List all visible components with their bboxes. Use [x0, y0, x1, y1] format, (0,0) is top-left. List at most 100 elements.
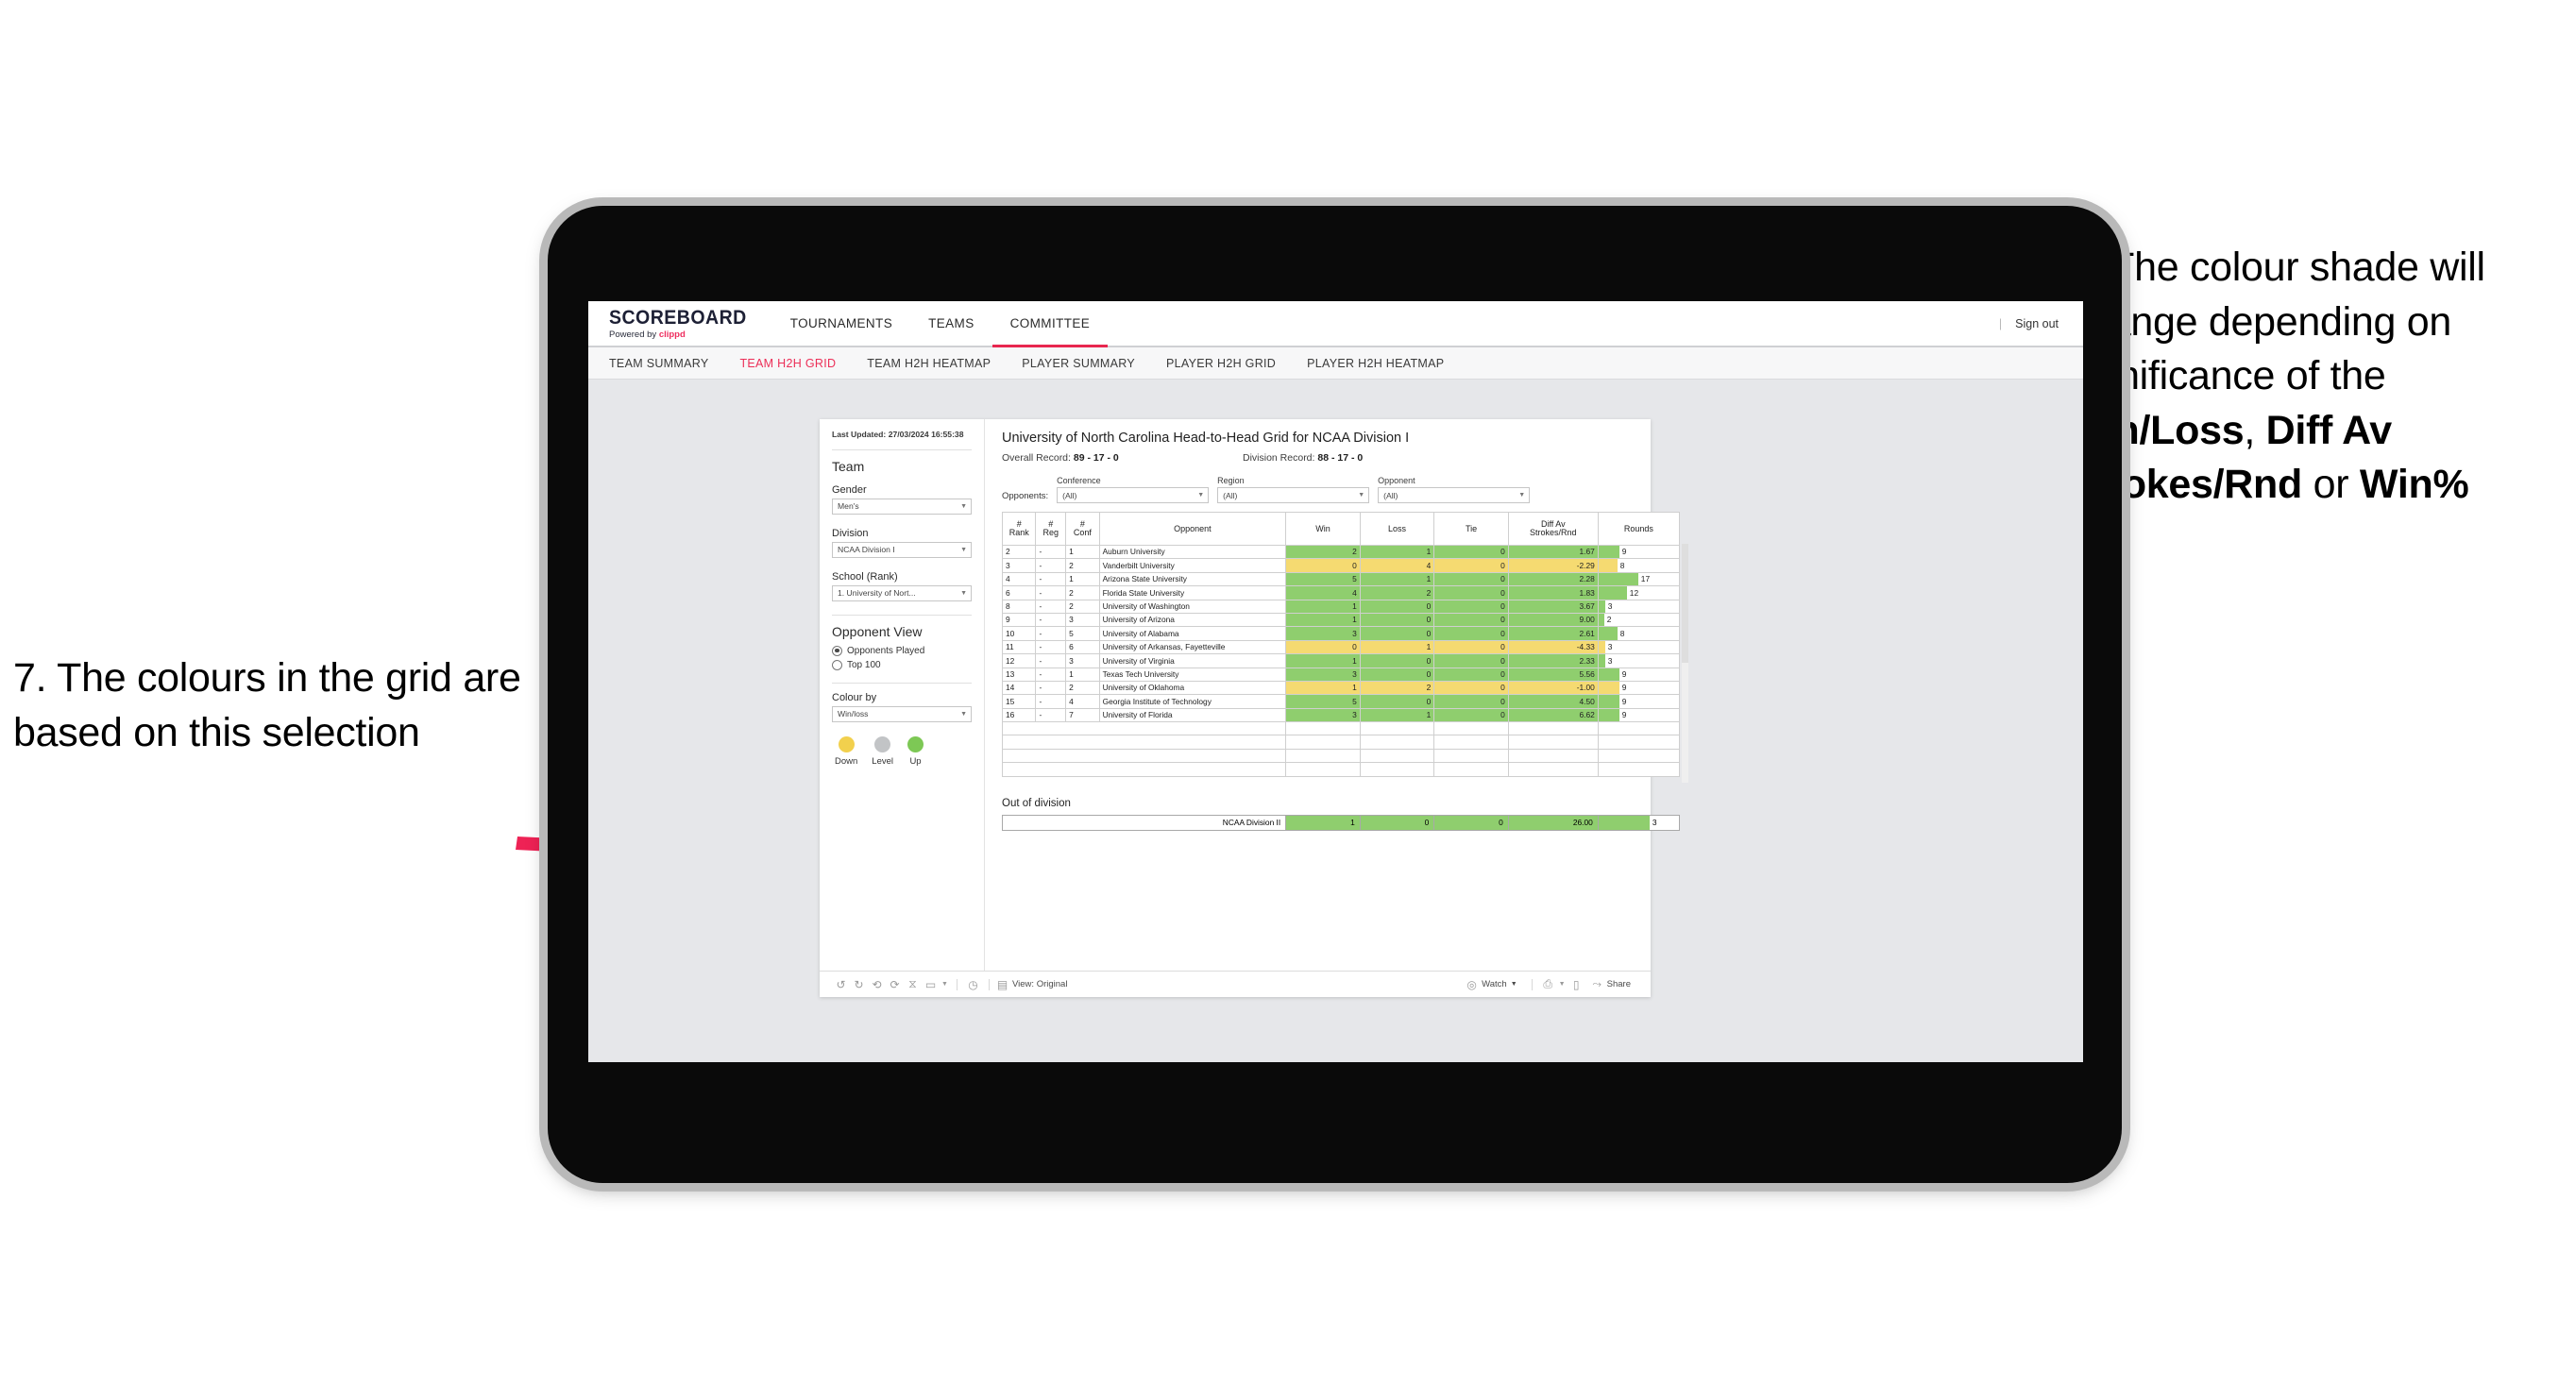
tablet-device: SCOREBOARD Powered by clippd TOURNAMENTS…	[548, 206, 2122, 1183]
legend-item-down: Down	[835, 735, 857, 767]
cell-empty	[1035, 721, 1066, 736]
table-row[interactable]: 9-3 University of Arizona 1 0 0 9.00 2	[1001, 612, 1681, 628]
cell-empty	[1285, 748, 1361, 764]
cell-conf: 5	[1065, 626, 1100, 641]
col-conf[interactable]: # Conf	[1065, 512, 1100, 546]
region-filter: Region (All) ▼	[1217, 476, 1370, 503]
h2h-grid-table: # Rank # Reg # Conf Opponent Win Loss Tie D…	[1001, 512, 1681, 777]
table-row[interactable]: 10-5 University of Alabama 3 0 0 2.61 8	[1001, 626, 1681, 641]
overall-record-value: 89 - 17 - 0	[1073, 452, 1119, 464]
cell-rounds: 9	[1597, 707, 1681, 723]
col-opponent[interactable]: Opponent	[1098, 512, 1287, 546]
rounds-value: 8	[1619, 628, 1625, 638]
toolbar-right-group: ◎ Watch ▼ ⎙ ▼ ▯ ⤳ Share	[1458, 977, 1638, 991]
opponents-label: Opponents:	[1002, 491, 1049, 501]
subnav-player-h2h-grid[interactable]: PLAYER H2H GRID	[1166, 357, 1292, 370]
cell-tie: 0	[1433, 612, 1509, 628]
col-tie[interactable]: Tie	[1433, 512, 1509, 546]
table-row[interactable]: 11-6 University of Arkansas, Fayetteville…	[1001, 639, 1681, 655]
table-row[interactable]: 3-2 Vanderbilt University 0 4 0 -2.29 8	[1001, 558, 1681, 573]
col-diff-av-strokes[interactable]: Diff Av Strokes/Rnd	[1507, 512, 1599, 546]
redo-icon[interactable]: ↻	[850, 978, 868, 991]
radio-opponents-played[interactable]: Opponents Played	[832, 645, 972, 656]
out-of-division-row[interactable]: NCAA Division II 1 0 0 26.00 3	[1001, 814, 1681, 831]
table-row[interactable]: 4-1 Arizona State University 5 1 0 2.28 17	[1001, 571, 1681, 587]
colour-by-select[interactable]: Win/loss ▼	[832, 705, 972, 722]
nav-teams[interactable]: TEAMS	[910, 301, 992, 346]
cell-diff: 2.33	[1507, 653, 1599, 668]
scrollbar-thumb[interactable]	[1682, 544, 1688, 663]
annotation-left: 7. The colours in the grid are based on …	[13, 655, 521, 755]
radio-top-100-label: Top 100	[847, 659, 881, 670]
device-preview-icon[interactable]: ▯	[1568, 978, 1585, 991]
cell-loss: 1	[1359, 544, 1435, 560]
table-row-empty	[1001, 762, 1681, 777]
table-row[interactable]: 14-2 University of Oklahoma 1 2 0 -1.00 9	[1001, 680, 1681, 696]
cell-empty	[1065, 749, 1100, 764]
subnav-team-summary[interactable]: TEAM SUMMARY	[609, 357, 724, 370]
col-rank[interactable]: # Rank	[1001, 512, 1037, 546]
cell-conf: 2	[1065, 585, 1100, 600]
col-loss[interactable]: Loss	[1359, 512, 1435, 546]
nav-tournaments[interactable]: TOURNAMENTS	[772, 301, 910, 346]
legend-label-up: Up	[909, 755, 922, 767]
subnav-team-h2h-grid[interactable]: TEAM H2H GRID	[739, 357, 852, 370]
dashboard-sheet: Last Updated: 27/03/2024 16:55:38 Team G…	[820, 419, 1688, 997]
cell-conf: 2	[1065, 558, 1100, 573]
sidebar-divider-2	[832, 614, 972, 616]
col-diff-l2: Strokes/Rnd	[1530, 528, 1577, 537]
region-filter-label: Region	[1217, 476, 1245, 485]
radio-unselected-icon	[832, 659, 842, 670]
brand-clippd: clippd	[658, 329, 686, 340]
radio-top-100[interactable]: Top 100	[832, 659, 972, 670]
rounds-value: 3	[1652, 818, 1657, 828]
rounds-value: 9	[1621, 547, 1627, 557]
clock-history-icon[interactable]: ◷	[964, 978, 982, 991]
gender-select[interactable]: Men's ▼	[832, 498, 972, 515]
chevron-down-icon[interactable]: ▼	[1557, 981, 1568, 988]
table-row[interactable]: 12-3 University of Virginia 1 0 0 2.33 3	[1001, 653, 1681, 668]
table-scrollbar[interactable]	[1682, 544, 1688, 783]
table-row[interactable]: 8-2 University of Washington 1 0 0 3.67 3	[1001, 599, 1681, 614]
cell-tie: 0	[1433, 680, 1509, 696]
revert-icon[interactable]: ⟲	[868, 978, 886, 991]
col-reg[interactable]: # Reg	[1035, 512, 1067, 546]
table-row[interactable]: 15-4 Georgia Institute of Technology 5 0 0 4.…	[1001, 694, 1681, 709]
table-row[interactable]: 6-2 Florida State University 4 2 0 1.83 12	[1001, 585, 1681, 600]
subnav-player-summary[interactable]: PLAYER SUMMARY	[1022, 357, 1151, 370]
sign-out-link[interactable]: Sign out	[2015, 317, 2059, 330]
cell-empty	[1035, 762, 1066, 777]
cell-win: 5	[1285, 694, 1361, 709]
division-select[interactable]: NCAA Division I ▼	[832, 541, 972, 558]
radio-opponents-played-label: Opponents Played	[847, 645, 925, 656]
cell-tie: 0	[1433, 653, 1509, 668]
cell-loss: 0	[1359, 814, 1435, 831]
view-original-button[interactable]: ▤ View: Original	[996, 978, 1068, 991]
refresh-icon[interactable]: ⟳	[886, 978, 904, 991]
chevron-down-icon[interactable]: ▼	[940, 981, 950, 988]
nav-committee[interactable]: COMMITTEE	[991, 301, 1109, 347]
opponent-select[interactable]: (All) ▼	[1378, 487, 1531, 503]
download-icon[interactable]: ⎙	[1539, 977, 1557, 991]
subnav-player-h2h-heatmap[interactable]: PLAYER H2H HEATMAP	[1307, 357, 1460, 370]
col-rounds[interactable]: Rounds	[1597, 512, 1681, 546]
col-win[interactable]: Win	[1285, 512, 1361, 546]
conference-select[interactable]: (All) ▼	[1057, 487, 1210, 503]
colour-by-value: Win/loss	[838, 709, 869, 719]
watch-button[interactable]: ◎ Watch ▼	[1466, 978, 1517, 991]
table-row[interactable]: 2-1 Auburn University 2 1 0 1.67 9	[1001, 544, 1681, 560]
cell-empty	[1001, 749, 1036, 764]
undo-icon[interactable]: ↺	[832, 978, 850, 991]
cell-rank: 8	[1001, 599, 1037, 614]
data-source-icon[interactable]: ▭	[922, 978, 940, 991]
region-select[interactable]: (All) ▼	[1217, 487, 1370, 503]
share-button[interactable]: ⤳ Share	[1591, 977, 1631, 991]
table-row[interactable]: 16-7 University of Florida 3 1 0 6.62 9	[1001, 707, 1681, 723]
subnav-team-h2h-heatmap[interactable]: TEAM H2H HEATMAP	[867, 357, 1007, 370]
cell-loss: 0	[1359, 612, 1435, 628]
cell-win: 2	[1285, 544, 1361, 560]
school-select[interactable]: 1. University of Nort... ▼	[832, 584, 972, 601]
pause-updates-icon[interactable]: ⧖	[904, 977, 922, 991]
table-row[interactable]: 13-1 Texas Tech University 3 0 0 5.56 9	[1001, 667, 1681, 682]
cell-rank: 15	[1001, 694, 1037, 709]
